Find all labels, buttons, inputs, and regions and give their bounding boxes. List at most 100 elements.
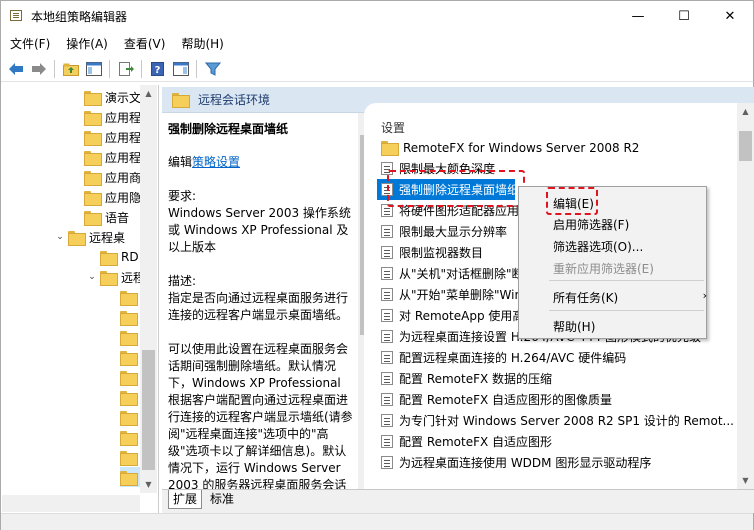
policy-setting-icon (381, 393, 393, 406)
toolbar-separator (54, 59, 55, 78)
tree-item[interactable]: 演示文 (84, 87, 141, 107)
show-hide-tree-icon[interactable] (83, 58, 105, 80)
tab-standard[interactable]: 标准 (206, 490, 238, 509)
setting-label: 限制最大显示分辨率 (399, 225, 508, 239)
forward-arrow-icon[interactable] (28, 58, 50, 80)
ctx-filter-options[interactable]: 筛选器选项(O)... (553, 238, 643, 255)
tree-item[interactable] (120, 387, 141, 407)
requirements-label: 要求: (168, 189, 197, 203)
chevron-down-icon[interactable]: ⌄ (87, 272, 97, 282)
policy-setting-icon (381, 414, 393, 427)
toolbar-separator (109, 59, 110, 78)
minimize-button[interactable]: — (615, 1, 661, 31)
tree-item[interactable]: 应用隐 (84, 187, 141, 207)
folder-icon (120, 430, 138, 446)
toolbar: ? (1, 56, 753, 82)
tree-item[interactable] (120, 287, 141, 307)
policy-setting-icon (381, 330, 393, 343)
menu-file[interactable]: 文件(F) (1, 35, 58, 52)
pane-header-title: 远程会话环境 (198, 93, 271, 107)
tree-item[interactable] (120, 307, 141, 327)
folder-icon (84, 210, 102, 226)
policy-setting-icon (381, 309, 393, 322)
setting-row[interactable]: 配置远程桌面连接的 H.264/AVC 硬件编码 (377, 347, 737, 368)
tab-extended[interactable]: 扩展 (168, 490, 203, 509)
tree-item[interactable]: 语音 (84, 207, 129, 227)
folder-up-icon[interactable] (60, 58, 82, 80)
close-button[interactable]: ✕ (707, 1, 753, 31)
tree-item[interactable] (120, 467, 141, 487)
ctx-separator (549, 310, 704, 311)
setting-row[interactable]: 配置 RemoteFX 自适应图形的图像质量 (377, 389, 737, 410)
ctx-enable-filter[interactable]: 启用筛选器(F) (553, 216, 629, 233)
ctx-separator (549, 280, 704, 281)
tree-item[interactable]: 应用程 (84, 147, 141, 167)
help-icon[interactable]: ? (147, 58, 169, 80)
tree-item[interactable] (120, 447, 141, 467)
setting-row[interactable]: 为专门针对 Windows Server 2008 R2 SP1 设计的 Rem… (377, 410, 737, 431)
svg-text:?: ? (155, 65, 161, 76)
policy-setting-icon (381, 225, 393, 238)
folder-icon (84, 190, 102, 206)
setting-label: RemoteFX for Windows Server 2008 R2 (403, 140, 640, 155)
tree-item[interactable]: 应用商 (84, 167, 141, 187)
tree-item[interactable] (120, 347, 141, 367)
menu-view[interactable]: 查看(V) (116, 35, 174, 52)
setting-row[interactable]: 为远程桌面连接使用 WDDM 图形显示驱动程序 (377, 452, 737, 473)
tree-vertical-scrollbar[interactable]: ▲ ▼ (140, 85, 157, 493)
chevron-down-icon[interactable]: ⌄ (55, 232, 65, 242)
folder-icon (84, 150, 102, 166)
folder-icon (100, 270, 118, 286)
scroll-thumb[interactable] (739, 131, 752, 161)
scroll-up-arrow-icon[interactable]: ▲ (737, 103, 754, 120)
edit-menu-highlight (546, 187, 598, 215)
export-list-icon[interactable] (115, 58, 137, 80)
edit-policy-link[interactable]: 策略设置 (192, 155, 240, 169)
setting-label: 为远程桌面连接使用 WDDM 图形显示驱动程序 (399, 456, 652, 470)
filter-icon[interactable] (202, 58, 224, 80)
back-arrow-icon[interactable] (5, 58, 27, 80)
tree-item-label: RD (121, 250, 139, 264)
ctx-help[interactable]: 帮助(H) (553, 318, 595, 335)
tree-item[interactable] (120, 367, 141, 387)
scroll-down-arrow-icon[interactable]: ▼ (737, 472, 754, 489)
tree-item-label: 远程桌 (89, 230, 126, 245)
toolbar-separator (141, 59, 142, 78)
tree-item[interactable] (120, 407, 141, 427)
status-bar (1, 513, 753, 530)
menu-action[interactable]: 操作(A) (58, 35, 116, 52)
settings-column-header[interactable]: 设置 (381, 119, 405, 136)
gpedit-app-icon (10, 10, 24, 22)
tree-item[interactable] (120, 427, 141, 447)
toolbar-separator (196, 59, 197, 78)
folder-icon (100, 250, 118, 266)
ctx-all-tasks[interactable]: 所有任务(K) › (553, 289, 707, 306)
ctx-all-tasks-label: 所有任务(K) (553, 291, 619, 305)
tree-item[interactable]: RD (100, 247, 139, 267)
maximize-button[interactable]: ☐ (661, 1, 707, 31)
setting-row[interactable]: 配置 RemoteFX 自适应图形 (377, 431, 737, 452)
setting-row[interactable]: RemoteFX for Windows Server 2008 R2 (377, 137, 737, 158)
tree-item[interactable]: 应用程 (84, 127, 141, 147)
description-label: 描述: (168, 274, 197, 288)
policy-setting-icon (381, 456, 393, 469)
policy-setting-icon (381, 288, 393, 301)
folder-icon (120, 350, 138, 366)
edit-prefix: 编辑 (168, 155, 193, 169)
tree-item[interactable] (120, 327, 141, 347)
scroll-thumb[interactable] (142, 350, 155, 470)
menu-help[interactable]: 帮助(H) (173, 35, 231, 52)
tree-item-label: 语音 (105, 210, 130, 225)
settings-scrollbar[interactable]: ▲ ▼ (737, 103, 754, 489)
folder-icon (120, 450, 138, 466)
scroll-up-arrow-icon[interactable]: ▲ (140, 85, 157, 102)
show-hide-action-pane-icon[interactable] (170, 58, 192, 80)
tree-item[interactable]: 应用程 (84, 107, 141, 127)
tree-item[interactable]: ⌄ 远程桌 (55, 227, 125, 247)
setting-row[interactable]: 配置 RemoteFX 数据的压缩 (377, 368, 737, 389)
folder-icon (120, 310, 138, 326)
folder-icon (84, 90, 102, 106)
scroll-down-arrow-icon[interactable]: ▼ (140, 476, 157, 493)
tree-horizontal-scrollbar[interactable] (2, 495, 140, 512)
tree-item[interactable]: ⌄ 远程 (87, 267, 145, 287)
